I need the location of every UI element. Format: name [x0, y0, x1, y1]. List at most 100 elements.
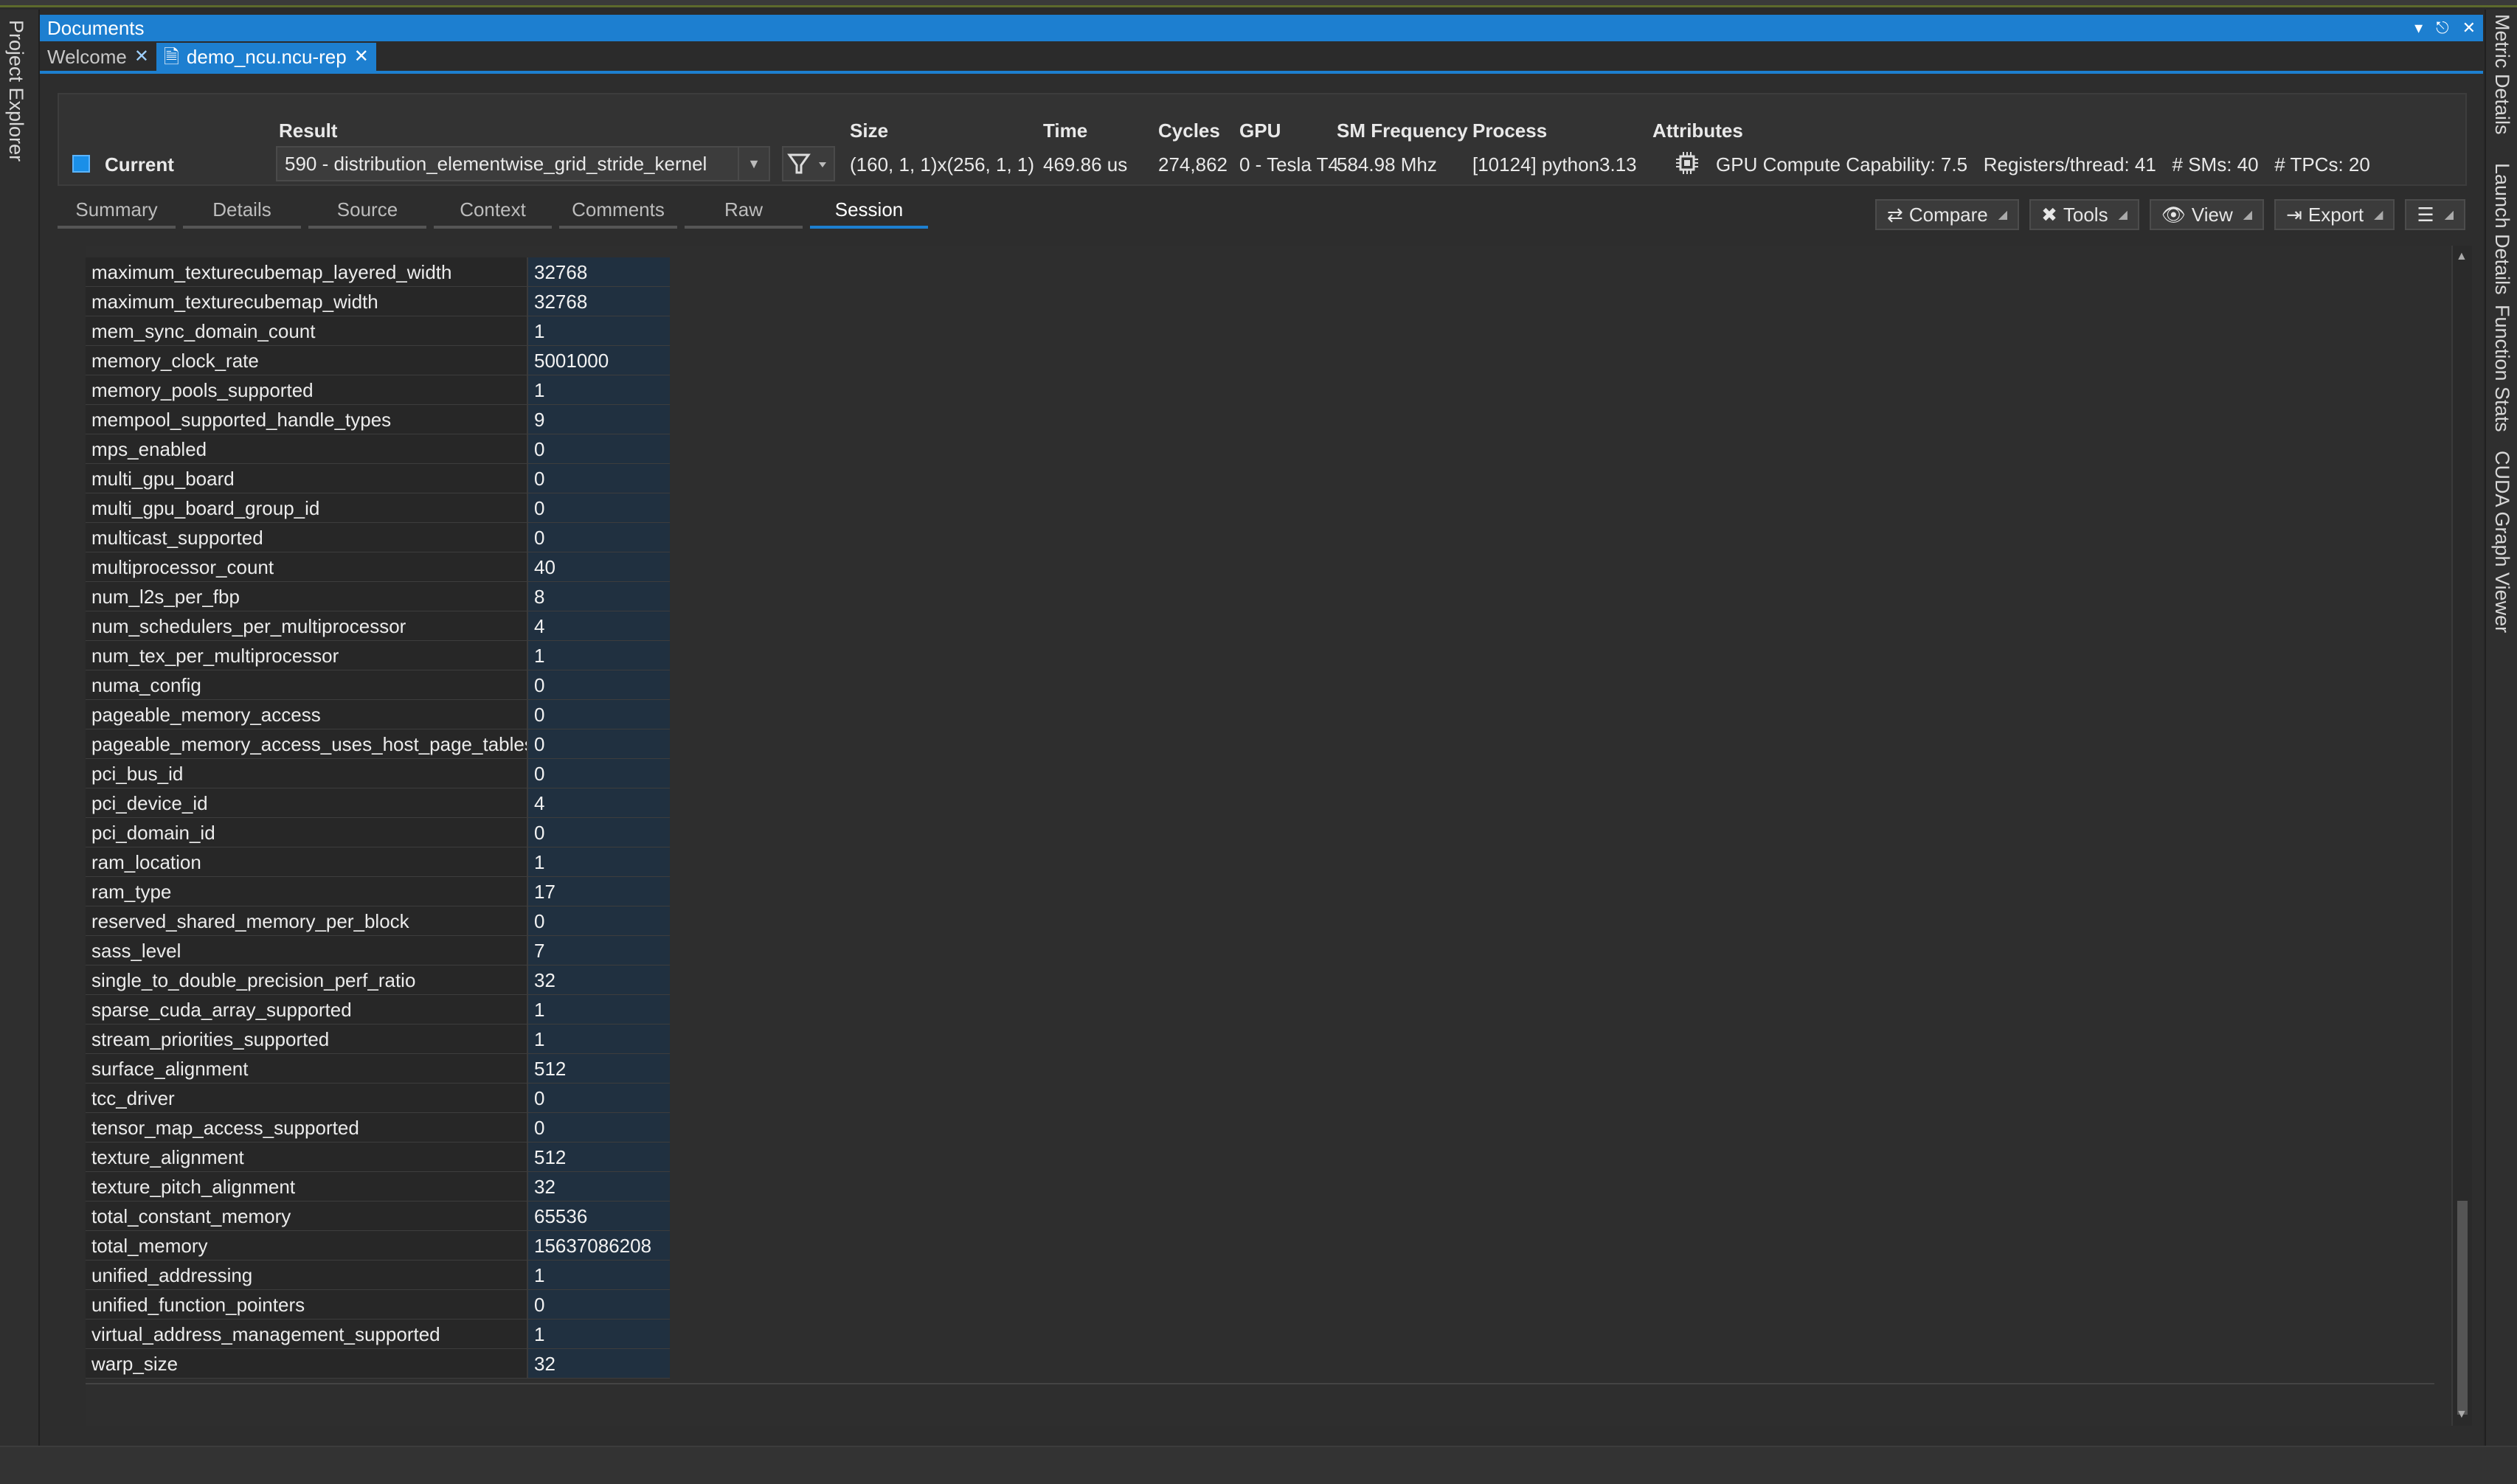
- table-row[interactable]: warp_size 32: [86, 1349, 670, 1379]
- tab-session[interactable]: Session: [810, 195, 928, 229]
- attribute-name: memory_pools_supported: [86, 375, 528, 404]
- table-row[interactable]: maximum_texturecubemap_width 32768: [86, 287, 670, 316]
- attribute-value: 0: [528, 1083, 670, 1112]
- filter-button[interactable]: [782, 146, 835, 181]
- view-button[interactable]: 👁 View ◢: [2149, 199, 2265, 230]
- attribute-name: stream_priorities_supported: [86, 1024, 528, 1053]
- close-icon[interactable]: ✕: [2462, 15, 2476, 41]
- attribute-name: pci_bus_id: [86, 759, 528, 788]
- compare-button[interactable]: ⇄ Compare ◢: [1875, 199, 2020, 230]
- launch-details-tab[interactable]: Launch Details: [2490, 163, 2513, 295]
- tab-welcome[interactable]: Welcome ✕: [40, 43, 156, 71]
- attribute-value: 1: [528, 316, 670, 345]
- table-row[interactable]: sass_level 7: [86, 936, 670, 965]
- table-row[interactable]: memory_pools_supported 1: [86, 375, 670, 405]
- table-row[interactable]: tcc_driver 0: [86, 1083, 670, 1113]
- tab-source[interactable]: Source: [308, 195, 426, 229]
- table-row[interactable]: pageable_memory_access 0: [86, 700, 670, 729]
- table-row[interactable]: pci_domain_id 0: [86, 818, 670, 847]
- project-explorer-tab[interactable]: Project Explorer: [4, 20, 27, 162]
- attribute-value: 5001000: [528, 346, 670, 375]
- chip-icon[interactable]: [1675, 150, 1700, 176]
- sm-frequency-value: 584.98 Mhz: [1337, 153, 1437, 176]
- attribute-name: single_to_double_precision_perf_ratio: [86, 965, 528, 994]
- current-color-swatch: [72, 155, 90, 173]
- attribute-name: ram_location: [86, 847, 528, 876]
- table-row[interactable]: mem_sync_domain_count 1: [86, 316, 670, 346]
- attribute-value: 0: [528, 818, 670, 847]
- table-row[interactable]: num_schedulers_per_multiprocessor 4: [86, 611, 670, 641]
- table-row[interactable]: ram_type 17: [86, 877, 670, 906]
- chevron-down-icon[interactable]: ▾: [2414, 15, 2423, 41]
- table-row[interactable]: texture_alignment 512: [86, 1143, 670, 1172]
- table-row[interactable]: pageable_memory_access_uses_host_page_ta…: [86, 729, 670, 759]
- table-row[interactable]: virtual_address_management_supported 1: [86, 1320, 670, 1349]
- table-row[interactable]: unified_addressing 1: [86, 1261, 670, 1290]
- scrollbar-thumb[interactable]: [2457, 1201, 2468, 1415]
- attribute-value: 0: [528, 493, 670, 522]
- attribute-name: reserved_shared_memory_per_block: [86, 906, 528, 935]
- table-row[interactable]: numa_config 0: [86, 670, 670, 700]
- function-stats-tab[interactable]: Function Stats: [2490, 305, 2513, 432]
- scroll-up-icon[interactable]: ▲: [2456, 250, 2468, 263]
- table-row[interactable]: num_l2s_per_fbp 8: [86, 582, 670, 611]
- cuda-graph-viewer-tab[interactable]: CUDA Graph Viewer: [2490, 451, 2513, 633]
- table-row[interactable]: total_memory 15637086208: [86, 1231, 670, 1261]
- scroll-down-icon[interactable]: ▼: [2456, 1408, 2468, 1421]
- table-row[interactable]: unified_function_pointers 0: [86, 1290, 670, 1320]
- vertical-scrollbar[interactable]: ▲ ▼: [2451, 246, 2472, 1426]
- chevron-down-icon[interactable]: ▼: [738, 148, 769, 180]
- table-row[interactable]: ram_location 1: [86, 847, 670, 877]
- attribute-name: memory_clock_rate: [86, 346, 528, 375]
- table-row[interactable]: surface_alignment 512: [86, 1054, 670, 1083]
- table-row[interactable]: texture_pitch_alignment 32: [86, 1172, 670, 1202]
- close-icon[interactable]: ✕: [354, 43, 369, 71]
- table-row[interactable]: pci_bus_id 0: [86, 759, 670, 788]
- export-button[interactable]: ⇥ Export ◢: [2274, 199, 2395, 230]
- tab-raw[interactable]: Raw: [685, 195, 803, 229]
- table-row[interactable]: mempool_supported_handle_types 9: [86, 405, 670, 434]
- close-icon[interactable]: ✕: [134, 43, 149, 71]
- result-dropdown[interactable]: 590 - distribution_elementwise_grid_stri…: [276, 146, 770, 181]
- table-row[interactable]: total_constant_memory 65536: [86, 1202, 670, 1231]
- table-row[interactable]: num_tex_per_multiprocessor 1: [86, 641, 670, 670]
- menu-button[interactable]: ☰ ◢: [2405, 199, 2465, 230]
- tab-demo-ncu-rep[interactable]: 🗎 demo_ncu.ncu-rep ✕: [156, 43, 376, 71]
- time-label: Time: [1043, 119, 1088, 142]
- table-row[interactable]: mps_enabled 0: [86, 434, 670, 464]
- table-row[interactable]: tensor_map_access_supported 0: [86, 1113, 670, 1143]
- tab-summary[interactable]: Summary: [58, 195, 176, 229]
- export-icon: ⇥: [2286, 203, 2302, 226]
- attribute-value: 0: [528, 906, 670, 935]
- tab-details[interactable]: Details: [183, 195, 301, 229]
- report-page-tabs: Summary Details Source Context Comments …: [58, 195, 928, 229]
- table-row[interactable]: reserved_shared_memory_per_block 0: [86, 906, 670, 936]
- table-row[interactable]: multicast_supported 0: [86, 523, 670, 552]
- attribute-value: 1: [528, 641, 670, 670]
- table-row[interactable]: multi_gpu_board_group_id 0: [86, 493, 670, 523]
- attribute-value: 7: [528, 936, 670, 965]
- table-row[interactable]: stream_priorities_supported 1: [86, 1024, 670, 1054]
- attribute-name: mem_sync_domain_count: [86, 316, 528, 345]
- attribute-value: 32: [528, 1349, 670, 1378]
- attributes-value: GPU Compute Capability: 7.5 Registers/th…: [1716, 153, 2370, 176]
- tab-context[interactable]: Context: [434, 195, 552, 229]
- attribute-value: 1: [528, 375, 670, 404]
- table-row[interactable]: maximum_texturecubemap_layered_width 3276…: [86, 257, 670, 287]
- process-label: Process: [1472, 119, 1548, 142]
- attribute-name: multiprocessor_count: [86, 552, 528, 581]
- table-row[interactable]: sparse_cuda_array_supported 1: [86, 995, 670, 1024]
- tools-button[interactable]: ✖ Tools ◢: [2029, 199, 2139, 230]
- pin-icon[interactable]: ⎋: [2436, 15, 2448, 41]
- table-row[interactable]: memory_clock_rate 5001000: [86, 346, 670, 375]
- table-row[interactable]: pci_device_id 4: [86, 788, 670, 818]
- attribute-name: multi_gpu_board_group_id: [86, 493, 528, 522]
- metric-details-tab[interactable]: Metric Details: [2490, 14, 2513, 135]
- cycles-label: Cycles: [1158, 119, 1220, 142]
- tools-icon: ✖: [2041, 203, 2057, 226]
- gpu-label: GPU: [1239, 119, 1281, 142]
- table-row[interactable]: multiprocessor_count 40: [86, 552, 670, 582]
- table-row[interactable]: multi_gpu_board 0: [86, 464, 670, 493]
- table-row[interactable]: single_to_double_precision_perf_ratio 32: [86, 965, 670, 995]
- tab-comments[interactable]: Comments: [559, 195, 677, 229]
